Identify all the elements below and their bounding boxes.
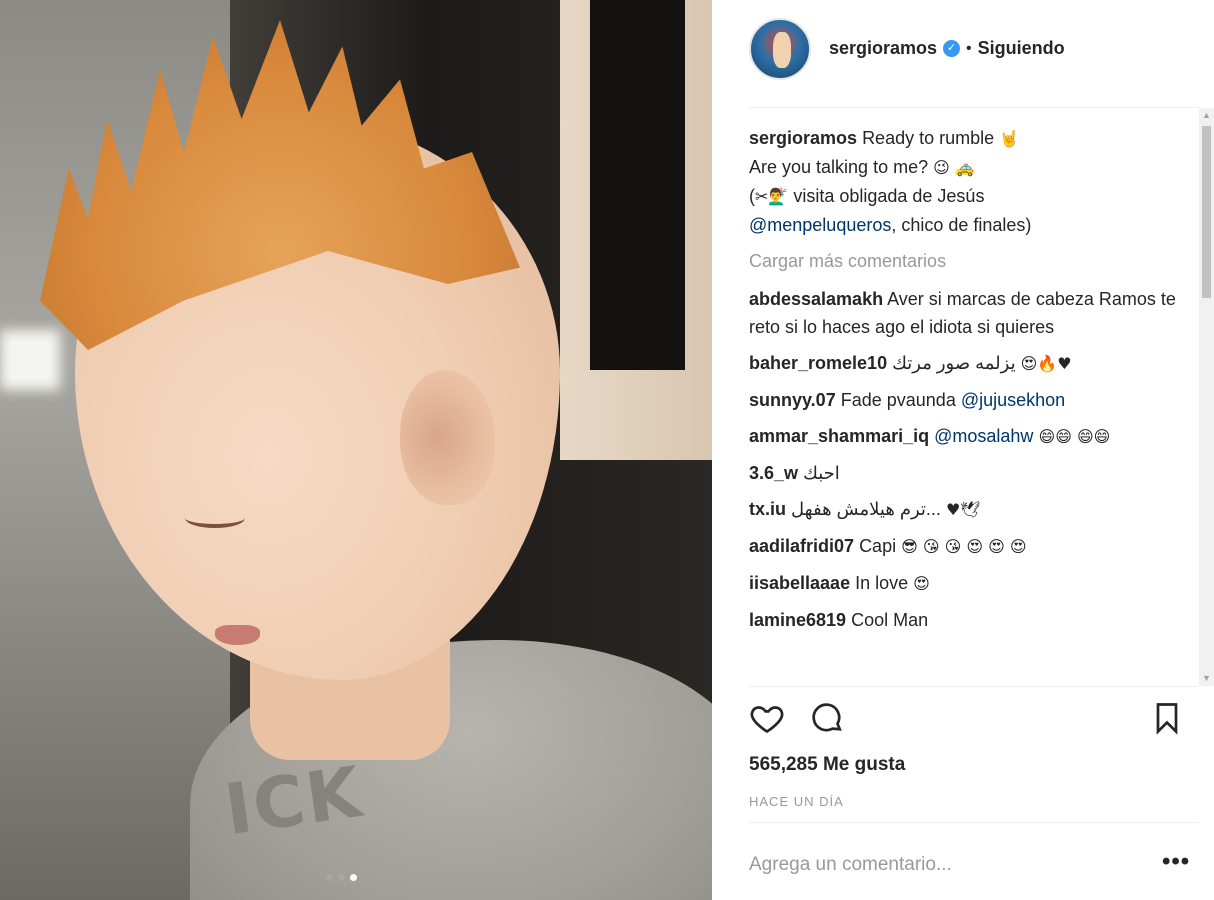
scroll-up-arrow-icon[interactable]: ▲ [1199, 108, 1214, 123]
post-photo[interactable]: ICK [0, 0, 712, 900]
header-separator: • [966, 39, 972, 57]
scroll-down-arrow-icon[interactable]: ▼ [1199, 671, 1214, 686]
list-item: sunnyy.07 Fade pvaunda @jujusekhon [749, 386, 1199, 414]
list-item: iisabellaaae In love 😍 [749, 569, 1199, 598]
list-item: baher_romele10 يزلمه صور مرتك 😍🔥♥ [749, 349, 1199, 378]
bookmark-icon [1156, 703, 1178, 735]
post-timestamp: HACE UN DÍA [749, 794, 844, 809]
comment-username[interactable]: abdessalamakh [749, 289, 883, 309]
comment-username[interactable]: iisabellaaae [749, 573, 850, 593]
post-actions [749, 700, 1189, 744]
list-item: ammar_shammari_iq @mosalahw 😄😄 😄😄 [749, 422, 1199, 451]
photo-background-light [0, 330, 60, 390]
following-button[interactable]: Siguiendo [978, 38, 1065, 59]
comment-mention[interactable]: @jujusekhon [961, 390, 1065, 410]
comment-username[interactable]: sunnyy.07 [749, 390, 836, 410]
comment-text: Cool Man [851, 610, 929, 630]
photo-eye [185, 508, 245, 528]
comment-emoji: 😍🔥♥ [1020, 354, 1072, 373]
caption-line2: Are you talking to me? [749, 157, 934, 177]
carousel-dot [338, 874, 345, 881]
header-username[interactable]: sergioramos [829, 38, 937, 59]
comment-emoji: 😍 [913, 574, 930, 593]
comment-icon [812, 703, 842, 732]
caption-line2-emoji: 😉 🚕 [933, 158, 975, 177]
caption-line4-text: , chico de finales) [891, 215, 1032, 235]
post-side-panel: sergioramos ✓ • Siguiendo sergioramos Re… [712, 0, 1214, 900]
list-item: aadilafridi07 Capi 😎 😘 😘 😍 😍 😍 [749, 532, 1199, 561]
comment-mention[interactable]: @mosalahw [934, 426, 1033, 446]
comment-username[interactable]: lamine6819 [749, 610, 846, 630]
verified-icon: ✓ [943, 40, 961, 57]
caption-line1-emoji: 🤘 [999, 129, 1020, 148]
photo-mouth [215, 625, 260, 645]
carousel-indicator [326, 874, 357, 881]
comment-username[interactable]: ammar_shammari_iq [749, 426, 929, 446]
comment-text: يزلمه صور مرتك [892, 353, 1016, 373]
comment-emoji: ♥🕊 [945, 500, 981, 519]
comment-text: ترم هيلامش هفهل... [791, 499, 941, 519]
avatar[interactable] [749, 17, 811, 80]
likes-count[interactable]: 565,285 Me gusta [749, 754, 905, 776]
comment-text: Fade pvaunda [840, 390, 961, 410]
list-item: tx.iu ترم هيلامش هفهل... ♥🕊 [749, 495, 1199, 524]
caption-mention[interactable]: @menpeluqueros [749, 215, 891, 235]
comment-button[interactable] [809, 700, 849, 740]
caption-line3-text: visita obligada de Jesús [788, 186, 985, 206]
photo-ear [400, 370, 495, 505]
caption-line3-emoji: ✂💇‍♂ [755, 187, 789, 206]
add-comment-input[interactable] [749, 850, 1139, 880]
list-item: abdessalamakh Aver si marcas de cabeza R… [749, 285, 1199, 341]
comment-username[interactable]: tx.iu [749, 499, 786, 519]
comment-text: Capi [859, 536, 902, 556]
carousel-dot [326, 874, 333, 881]
like-button[interactable] [749, 700, 789, 740]
save-button[interactable] [1149, 700, 1189, 740]
list-item: 3.6_w احبك [749, 459, 1199, 487]
comment-text: In love [855, 573, 914, 593]
photo-background-frame-inner [590, 0, 685, 370]
divider [749, 107, 1199, 108]
divider [749, 822, 1199, 823]
carousel-dot-active [350, 874, 357, 881]
caption: sergioramos Ready to rumble 🤘 Are you ta… [749, 124, 1199, 239]
post-header: sergioramos ✓ • Siguiendo [712, 0, 1214, 97]
caption-line1: Ready to rumble [862, 128, 1000, 148]
load-more-comments-button[interactable]: Cargar más comentarios [749, 247, 1199, 275]
comment-emoji: 😎 😘 😘 😍 😍 😍 [901, 537, 1027, 556]
comments-list[interactable]: sergioramos Ready to rumble 🤘 Are you ta… [749, 124, 1199, 686]
list-item: lamine6819 Cool Man [749, 606, 1199, 634]
divider [749, 686, 1199, 687]
more-options-icon[interactable]: ••• [1162, 850, 1190, 874]
heart-icon [750, 706, 784, 734]
comment-username[interactable]: aadilafridi07 [749, 536, 854, 556]
comments-scrollbar[interactable]: ▲ ▼ [1199, 108, 1214, 686]
comment-username[interactable]: 3.6_w [749, 463, 798, 483]
scrollbar-thumb[interactable] [1202, 126, 1211, 298]
comment-username[interactable]: baher_romele10 [749, 353, 887, 373]
comment-text: احبك [803, 463, 840, 483]
caption-username[interactable]: sergioramos [749, 128, 857, 148]
comment-emoji: 😄😄 😄😄 [1033, 427, 1111, 446]
